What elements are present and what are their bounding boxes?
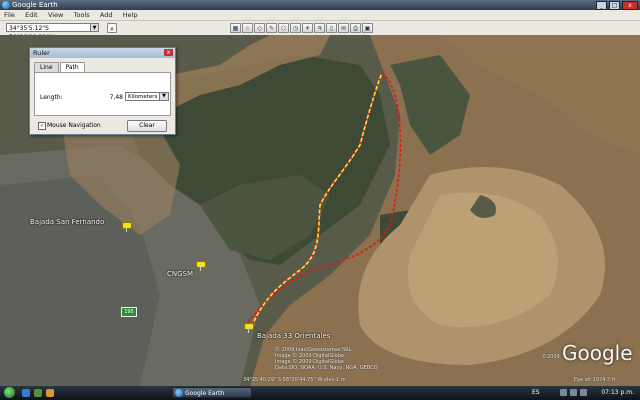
place-label-bajada-san-fernando[interactable]: Bajada San Fernando bbox=[30, 218, 104, 226]
network-icon[interactable] bbox=[560, 389, 567, 396]
ruler-title: Ruler bbox=[33, 49, 50, 57]
chevron-down-icon: ▼ bbox=[159, 93, 168, 100]
window-titlebar: Google Earth _ □ x bbox=[0, 0, 640, 10]
planets-button[interactable]: ♃ bbox=[314, 23, 325, 33]
security-icon[interactable] bbox=[580, 389, 587, 396]
unit-select-value: Kilometers bbox=[128, 94, 158, 100]
ruler-button[interactable]: ▯ bbox=[326, 23, 337, 33]
length-value: 7,48 bbox=[109, 94, 123, 101]
close-button[interactable]: x bbox=[622, 1, 638, 10]
imagery-attribution: © 2009 Inav/Geosistemas SRL Image © 2009… bbox=[275, 347, 378, 371]
quicklaunch-desktop-icon[interactable] bbox=[34, 389, 42, 397]
attribution-line: Data SIO, NOAA, U.S. Navy, NGA, GEBCO bbox=[275, 365, 378, 371]
placemark-pin-icon[interactable] bbox=[122, 222, 132, 232]
add-path-button[interactable]: ✎ bbox=[266, 23, 277, 33]
menu-help[interactable]: Help bbox=[119, 10, 142, 20]
mouse-navigation-checkbox[interactable]: ✓ bbox=[38, 122, 46, 130]
placemark-pin-icon[interactable] bbox=[244, 323, 254, 333]
unit-select[interactable]: Kilometers ▼ bbox=[125, 92, 169, 101]
historical-imagery-button[interactable]: ◷ bbox=[290, 23, 301, 33]
add-overlay-button[interactable]: ⬡ bbox=[278, 23, 289, 33]
menu-view[interactable]: View bbox=[44, 10, 67, 20]
minimize-button[interactable]: _ bbox=[596, 1, 607, 10]
taskbar: Google Earth ES 07:13 p.m. bbox=[0, 386, 640, 400]
hide-sidebar-button[interactable]: ▦ bbox=[230, 23, 241, 33]
taskbar-google-earth[interactable]: Google Earth bbox=[172, 387, 252, 398]
pointer-coordinates: 34°25'40.29" S 58°30'44.75" W elev 1 m bbox=[243, 377, 346, 383]
window-title: Google Earth bbox=[12, 1, 58, 9]
maximize-button[interactable]: □ bbox=[609, 1, 620, 10]
clock[interactable]: 07:13 p.m. bbox=[601, 389, 634, 396]
ruler-titlebar[interactable]: Ruler x bbox=[30, 48, 175, 58]
clear-button[interactable]: Clear bbox=[127, 120, 167, 132]
language-indicator[interactable]: ES bbox=[532, 389, 540, 396]
search-button[interactable]: ⌕ bbox=[107, 23, 117, 33]
quicklaunch-ie-icon[interactable] bbox=[22, 389, 30, 397]
ruler-close-button[interactable]: x bbox=[164, 49, 173, 56]
route-shield-badge: 195 bbox=[121, 307, 137, 317]
toolbar: 34°35'5.12"S 58°28'11.21"W ▼ ⌕ ▦ ☆ ◇ ✎ ⬡… bbox=[0, 21, 640, 41]
ruler-dialog: Ruler x Line Path Length: 7,48 Kilometer… bbox=[29, 47, 176, 135]
email-button[interactable]: ✉ bbox=[338, 23, 349, 33]
window-controls: _ □ x bbox=[596, 1, 638, 10]
eye-altitude: Eye alt 1974.7 ft bbox=[574, 377, 616, 383]
view-in-maps-button[interactable]: ▣ bbox=[362, 23, 373, 33]
ruler-path-pane: Length: 7,48 Kilometers ▼ bbox=[34, 72, 171, 116]
tool-buttons: ▦ ☆ ◇ ✎ ⬡ ◷ ☀ ♃ ▯ ✉ ⎙ ▣ bbox=[230, 23, 373, 33]
place-label-cngsm[interactable]: CNGSM bbox=[167, 270, 193, 278]
placemark-pin-icon[interactable] bbox=[196, 261, 206, 271]
menu-add[interactable]: Add bbox=[96, 10, 117, 20]
volume-icon[interactable] bbox=[570, 389, 577, 396]
length-label: Length: bbox=[40, 94, 63, 101]
add-polygon-button[interactable]: ◇ bbox=[254, 23, 265, 33]
start-button[interactable] bbox=[4, 387, 15, 398]
menu-tools[interactable]: Tools bbox=[70, 10, 94, 20]
print-button[interactable]: ⎙ bbox=[350, 23, 361, 33]
system-tray bbox=[560, 389, 587, 396]
menu-file[interactable]: File bbox=[0, 10, 19, 20]
google-earth-icon bbox=[2, 1, 10, 9]
google-logo: Google bbox=[562, 341, 633, 365]
menu-bar: File Edit View Tools Add Help bbox=[0, 10, 640, 21]
quicklaunch-media-icon[interactable] bbox=[46, 389, 54, 397]
add-placemark-button[interactable]: ☆ bbox=[242, 23, 253, 33]
tab-path[interactable]: Path bbox=[59, 62, 85, 72]
search-input[interactable]: 34°35'5.12"S 58°28'11.21"W bbox=[6, 23, 91, 41]
sunlight-button[interactable]: ☀ bbox=[302, 23, 313, 33]
google-earth-icon bbox=[175, 389, 183, 397]
menu-edit[interactable]: Edit bbox=[21, 10, 42, 20]
mouse-navigation-label: Mouse Navigation bbox=[47, 122, 101, 129]
ruler-tabs: Line Path bbox=[34, 62, 86, 72]
tab-line[interactable]: Line bbox=[34, 62, 59, 72]
taskbar-label: Google Earth bbox=[185, 390, 225, 397]
search-history-dropdown[interactable]: ▼ bbox=[90, 23, 99, 32]
place-label-bajada-33-orientales[interactable]: Bajada 33 Orientales bbox=[257, 332, 330, 340]
copyright-text: ©2009 bbox=[542, 354, 560, 360]
